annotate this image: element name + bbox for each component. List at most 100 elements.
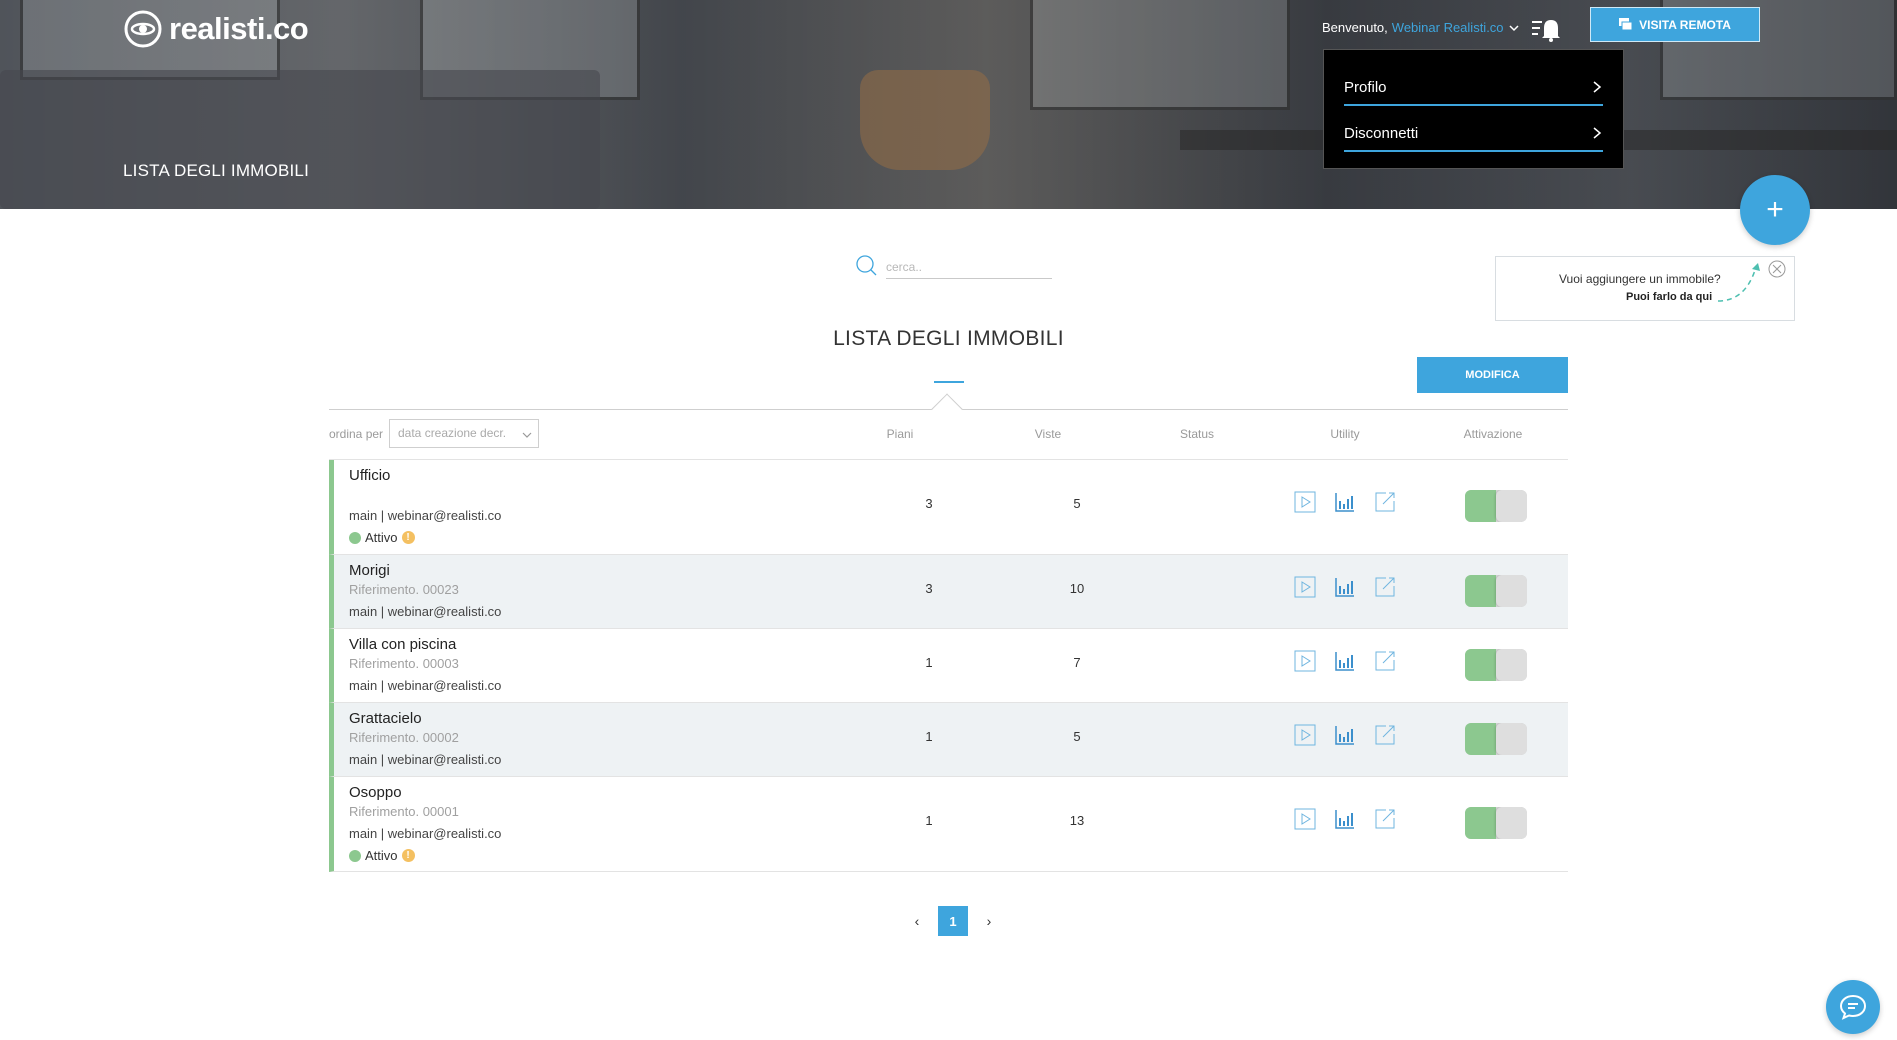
property-reference: Riferimento. 00023 — [349, 582, 459, 597]
status-label: Attivo — [365, 530, 398, 545]
chat-icon — [1839, 994, 1867, 1020]
bar-chart-icon[interactable] — [1334, 650, 1356, 672]
edit-external-icon[interactable] — [1374, 491, 1396, 513]
remote-visit-label: VISITA REMOTA — [1639, 17, 1731, 32]
floors-value: 3 — [925, 581, 933, 596]
play-icon[interactable] — [1294, 724, 1316, 746]
screens-icon — [1619, 17, 1633, 30]
next-page-button[interactable]: › — [982, 913, 996, 929]
utility-icons — [1294, 724, 1396, 746]
utility-icons — [1294, 576, 1396, 598]
remote-visit-button[interactable]: VISITA REMOTA — [1590, 7, 1760, 42]
menu-item-label: Disconnetti — [1344, 124, 1419, 142]
property-name[interactable]: Osoppo — [349, 784, 402, 801]
property-reference: Riferimento. 00001 — [349, 804, 459, 819]
status-label: Attivo — [365, 848, 398, 863]
status-badge: Attivo ! — [349, 848, 415, 863]
sort-select[interactable]: data creazione decr. — [389, 419, 539, 448]
play-icon[interactable] — [1294, 576, 1316, 598]
menu-item-label: Profilo — [1344, 78, 1387, 96]
edit-external-icon[interactable] — [1374, 576, 1396, 598]
column-header-status: Status — [1179, 427, 1215, 441]
edit-button[interactable]: MODIFICA — [1417, 357, 1568, 393]
column-header-floors: Piani — [886, 427, 914, 441]
property-name[interactable]: Morigi — [349, 562, 390, 579]
prev-page-button[interactable]: ‹ — [910, 913, 924, 929]
floors-value: 1 — [925, 655, 933, 670]
table-row[interactable]: Osoppo Riferimento. 00001 main | webinar… — [329, 777, 1568, 872]
activation-toggle[interactable] — [1465, 807, 1527, 839]
property-name[interactable]: Grattacielo — [349, 710, 422, 727]
pagination: ‹ 1 › — [910, 906, 996, 936]
views-value: 13 — [1069, 813, 1085, 828]
table-row[interactable]: Villa con piscina Riferimento. 00003 mai… — [329, 629, 1568, 703]
search-icon[interactable] — [855, 254, 877, 276]
user-name[interactable]: Webinar Realisti.co — [1392, 20, 1504, 35]
column-header-views: Viste — [1034, 427, 1062, 441]
background-chair — [860, 70, 990, 170]
bar-chart-icon[interactable] — [1334, 576, 1356, 598]
column-header-utility: Utility — [1330, 427, 1360, 441]
play-icon[interactable] — [1294, 808, 1316, 830]
utility-icons — [1294, 808, 1396, 830]
welcome-label: Benvenuto, — [1322, 20, 1388, 35]
edit-external-icon[interactable] — [1374, 808, 1396, 830]
warning-icon[interactable]: ! — [401, 849, 415, 862]
play-icon[interactable] — [1294, 491, 1316, 513]
user-dropdown-menu: Profilo Disconnetti — [1323, 49, 1624, 169]
property-owner: main | webinar@realisti.co — [349, 604, 502, 619]
column-header-activation: Attivazione — [1463, 427, 1523, 441]
play-icon[interactable] — [1294, 650, 1316, 672]
activation-toggle[interactable] — [1465, 490, 1527, 522]
user-greeting[interactable]: Benvenuto, Webinar Realisti.co — [1322, 20, 1520, 35]
table-header: ordina per data creazione decr. Piani Vi… — [329, 418, 1568, 460]
views-value: 5 — [1073, 729, 1081, 744]
floors-value: 1 — [925, 813, 933, 828]
background-window — [1030, 0, 1290, 110]
dashed-arrow-icon — [1717, 263, 1760, 302]
utility-icons — [1294, 650, 1396, 672]
background-sofa — [0, 70, 600, 209]
activation-toggle[interactable] — [1465, 649, 1527, 681]
title-underline — [934, 381, 964, 383]
chevron-down-icon[interactable] — [1508, 22, 1520, 34]
add-property-tip: Vuoi aggiungere un immobile? Puoi farlo … — [1495, 256, 1795, 321]
search-input[interactable] — [886, 255, 1052, 279]
property-reference: Riferimento. 00003 — [349, 656, 459, 671]
edit-external-icon[interactable] — [1374, 650, 1396, 672]
menu-item-logout[interactable]: Disconnetti — [1344, 106, 1603, 152]
edit-external-icon[interactable] — [1374, 724, 1396, 746]
property-owner: main | webinar@realisti.co — [349, 752, 502, 767]
warning-icon[interactable]: ! — [401, 531, 415, 544]
chevron-right-icon — [1593, 127, 1602, 139]
tip-line2: Puoi farlo da qui — [1626, 291, 1713, 303]
bar-chart-icon[interactable] — [1334, 491, 1356, 513]
bar-chart-icon[interactable] — [1334, 724, 1356, 746]
property-name[interactable]: Ufficio — [349, 467, 390, 484]
menu-item-profile[interactable]: Profilo — [1344, 60, 1603, 106]
page-title: LISTA DEGLI IMMOBILI — [123, 161, 310, 180]
activation-toggle[interactable] — [1465, 575, 1527, 607]
notification-bell-icon[interactable] — [1530, 16, 1562, 42]
table-row[interactable]: Grattacielo Riferimento. 00002 main | we… — [329, 703, 1568, 777]
close-icon[interactable] — [1768, 260, 1786, 278]
bar-chart-icon[interactable] — [1334, 808, 1356, 830]
add-property-button[interactable]: + — [1740, 175, 1810, 245]
views-value: 10 — [1069, 581, 1085, 596]
chat-button[interactable] — [1826, 980, 1880, 1034]
logo-icon — [124, 10, 162, 48]
table-row[interactable]: Morigi Riferimento. 00023 main | webinar… — [329, 555, 1568, 629]
property-reference: Riferimento. 00002 — [349, 730, 459, 745]
logo-text: realisti.co — [169, 11, 309, 46]
sort-value: data creazione decr. — [398, 426, 507, 440]
brand-logo[interactable]: realisti.co — [123, 9, 309, 49]
property-name[interactable]: Villa con piscina — [349, 636, 456, 653]
chevron-down-icon — [522, 432, 532, 438]
status-dot-icon — [349, 849, 361, 862]
property-owner: main | webinar@realisti.co — [349, 826, 502, 841]
activation-toggle[interactable] — [1465, 723, 1527, 755]
floors-value: 3 — [925, 496, 933, 511]
table-row[interactable]: Ufficio main | webinar@realisti.co Attiv… — [329, 460, 1568, 555]
page-button-current[interactable]: 1 — [938, 906, 968, 936]
views-value: 7 — [1073, 655, 1081, 670]
